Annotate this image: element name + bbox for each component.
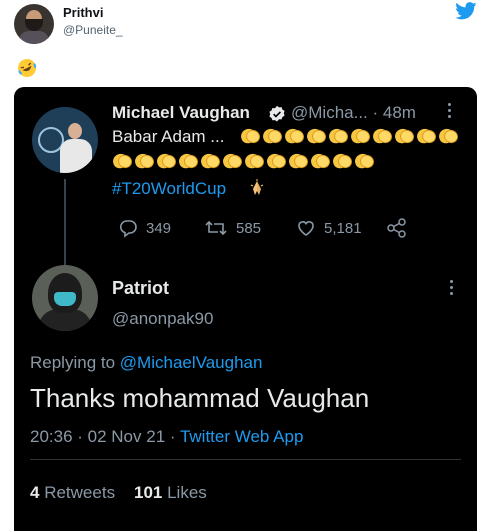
retweet-icon <box>205 220 227 236</box>
like-action[interactable]: 5,181 <box>296 218 362 238</box>
reply-more-options-icon[interactable] <box>450 280 453 298</box>
retweets-stat[interactable]: 4 Retweets <box>30 483 115 502</box>
clapping-hands-emojis <box>240 127 460 147</box>
reply-author-name[interactable]: Patriot <box>112 278 169 299</box>
divider <box>30 459 461 460</box>
replying-mention-link[interactable]: @MichaelVaughan <box>120 353 263 372</box>
author-handle[interactable]: @Puneite_ <box>63 23 123 37</box>
laughing-emoji-icon <box>18 59 37 77</box>
reply-action[interactable]: 349 <box>118 218 171 238</box>
replying-to: Replying to @MichaelVaughan <box>30 353 263 372</box>
folded-hands-icon <box>250 179 264 195</box>
quoted-author-name[interactable]: Michael Vaughan <box>112 103 250 123</box>
reply-meta: 20:36 · 02 Nov 21 · Twitter Web App <box>30 427 303 447</box>
tweet-time: · 48m <box>372 103 416 122</box>
reply-author-handle[interactable]: @anonpak90 <box>112 309 213 329</box>
reply-icon <box>119 220 137 238</box>
reply-stats: 4 Retweets 101 Likes <box>30 483 207 503</box>
twitter-bird-icon[interactable] <box>455 2 477 20</box>
author-name[interactable]: Prithvi <box>63 5 103 20</box>
tweet-text: Babar Adam ... <box>112 127 225 146</box>
quoted-author-handle[interactable]: @Micha... · 48m <box>291 103 416 123</box>
heart-icon <box>298 221 314 236</box>
reply-count: 349 <box>146 219 172 237</box>
retweet-action[interactable]: 585 <box>204 218 261 238</box>
reply-timestamp[interactable]: 20:36 · 02 Nov 21 · <box>30 427 176 446</box>
retweet-count: 585 <box>236 219 262 237</box>
more-options-icon[interactable] <box>444 103 454 121</box>
source-app-link[interactable]: Twitter Web App <box>180 427 303 446</box>
share-action[interactable] <box>386 218 416 238</box>
vaughan-avatar[interactable] <box>32 107 98 173</box>
share-icon <box>387 218 406 238</box>
like-count: 5,181 <box>324 219 362 237</box>
avatar[interactable] <box>14 4 54 44</box>
outer-tweet-header: Prithvi @Puneite_ <box>0 0 487 50</box>
patriot-avatar[interactable] <box>32 265 98 331</box>
clapping-hands-emojis-row2 <box>112 152 376 172</box>
likes-stat[interactable]: 101 Likes <box>134 483 207 502</box>
reply-text: Thanks mohammad Vaughan <box>30 383 370 413</box>
reply-screenshot: Michael Vaughan @Micha... · 48m Babar Ad… <box>14 87 477 531</box>
thread-line <box>64 179 66 265</box>
hashtag-link[interactable]: #T20WorldCup <box>112 179 226 199</box>
verified-badge-icon <box>269 105 285 122</box>
